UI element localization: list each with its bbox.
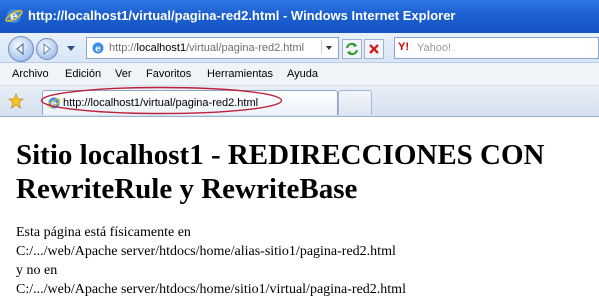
url-host: localhost1 [136,42,187,54]
url-path: /virtual/pagina-red2.html [186,42,305,54]
search-placeholder: Yahoo! [417,42,452,54]
favorites-star-icon[interactable] [8,93,24,109]
text-line: C:/.../web/Apache server/htdocs/home/sit… [16,282,406,297]
refresh-icon [346,42,358,56]
refresh-button[interactable] [342,39,362,59]
address-url[interactable]: http://localhost1/virtual/pagina-red2.ht… [109,42,304,54]
page-heading: Sitio localhost1 - REDIRECCIONES CON Rew… [16,139,545,205]
navigation-bar: e http://localhost1/virtual/pagina-red2.… [0,33,599,63]
history-dropdown-icon[interactable] [66,43,76,53]
yahoo-logo-icon: Y! [398,41,409,53]
back-icon [16,42,24,56]
window-title: http://localhost1/virtual/pagina-red2.ht… [28,8,456,23]
title-bar: e http://localhost1/virtual/pagina-red2.… [0,0,599,33]
menu-herramientas[interactable]: Herramientas [207,68,273,80]
ie-icon: e [5,9,23,23]
text-line: Esta página está físicamente en [16,225,191,240]
ie-page-icon: e [92,42,104,55]
address-dropdown-icon[interactable] [321,40,336,54]
page-content: Sitio localhost1 - REDIRECCIONES CON Rew… [16,118,599,299]
forward-button[interactable] [36,38,58,60]
text-line: C:/.../web/Apache server/htdocs/home/ali… [16,244,396,259]
menu-ver[interactable]: Ver [115,68,132,80]
menu-ayuda[interactable]: Ayuda [287,68,318,80]
forward-icon [43,43,51,55]
stop-button[interactable] [364,39,384,59]
highlight-ellipse [40,86,283,115]
url-prefix: http:// [109,42,137,54]
svg-text:e: e [95,45,101,55]
address-bar[interactable]: e http://localhost1/virtual/pagina-red2.… [86,37,339,59]
new-tab-button[interactable] [338,90,372,115]
back-button[interactable] [8,36,34,62]
text-line: y no en [16,263,58,278]
menu-archivo[interactable]: Archivo [12,68,49,80]
search-box[interactable]: Y! Yahoo! [394,37,599,59]
menu-edicion[interactable]: Edición [65,68,101,80]
stop-icon [369,44,379,54]
menu-favoritos[interactable]: Favoritos [146,68,191,80]
page-paragraph: Esta página está físicamente en C:/.../w… [16,223,599,299]
menu-bar: Archivo Edición Ver Favoritos Herramient… [0,63,599,86]
